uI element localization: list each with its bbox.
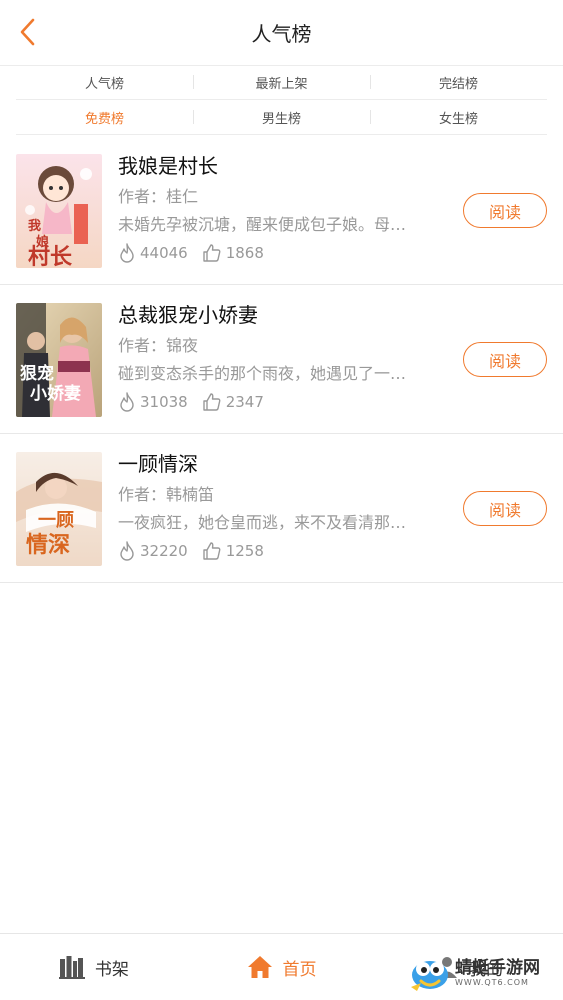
hot-stat: 32220 <box>118 540 188 562</box>
flame-icon <box>120 541 134 561</box>
dragonfly-logo-icon <box>411 961 448 991</box>
thumbs-up-icon <box>203 244 221 262</box>
filter-newest[interactable]: 最新上架 <box>193 73 370 92</box>
filter-row-2: 免费榜 男生榜 女生榜 <box>16 101 547 135</box>
flame-icon <box>120 243 134 263</box>
book-stats: 32220 1258 <box>118 540 438 562</box>
read-button[interactable]: 阅读 <box>463 193 547 228</box>
hot-stat: 31038 <box>118 391 188 413</box>
book-cover[interactable]: 我 娘 村长 <box>16 154 102 268</box>
list-item[interactable]: 狠宠 小娇妻 总裁狠宠小娇妻 作者：锦夜 碰到变态杀手的那个雨夜，她遇见了一… … <box>0 285 563 434</box>
book-info: 总裁狠宠小娇妻 作者：锦夜 碰到变态杀手的那个雨夜，她遇见了一… 31038 2… <box>118 301 438 413</box>
svg-text:一顾: 一顾 <box>38 510 74 530</box>
svg-text:我: 我 <box>28 218 41 233</box>
book-stats: 44046 1868 <box>118 242 438 264</box>
read-button[interactable]: 阅读 <box>463 491 547 526</box>
book-title[interactable]: 一顾情深 <box>118 450 438 478</box>
read-button[interactable]: 阅读 <box>463 342 547 377</box>
book-list: 我 娘 村长 我娘是村长 作者：桂仁 未婚先孕被沉塘，醒来便成包子娘。母… 44… <box>0 136 563 583</box>
bookshelf-icon <box>58 956 85 979</box>
like-stat: 2347 <box>202 391 264 413</box>
site-watermark: 蜻蜓手游网 WWW.QT6.COM <box>409 950 559 996</box>
filter-male[interactable]: 男生榜 <box>193 108 370 127</box>
book-info: 我娘是村长 作者：桂仁 未婚先孕被沉塘，醒来便成包子娘。母… 44046 186… <box>118 152 438 264</box>
book-title[interactable]: 总裁狠宠小娇妻 <box>118 301 438 329</box>
watermark-text: 蜻蜓手游网 WWW.QT6.COM <box>455 958 540 988</box>
svg-text:村长: 村长 <box>28 244 73 268</box>
like-stat: 1868 <box>202 242 264 264</box>
svg-text:小娇妻: 小娇妻 <box>30 384 81 403</box>
svg-text:狠宠: 狠宠 <box>20 363 54 383</box>
tab-home[interactable]: 首页 <box>188 934 376 1000</box>
book-stats: 31038 2347 <box>118 391 438 413</box>
list-item[interactable]: 一顾 情深 一顾情深 作者：韩楠笛 一夜疯狂，她仓皇而逃，来不及看清那… 322… <box>0 434 563 583</box>
filter-row-1: 人气榜 最新上架 完结榜 <box>16 66 547 100</box>
list-item[interactable]: 我 娘 村长 我娘是村长 作者：桂仁 未婚先孕被沉塘，醒来便成包子娘。母… 44… <box>0 136 563 285</box>
thumbs-up-icon <box>203 393 221 411</box>
filter-popular[interactable]: 人气榜 <box>16 73 193 92</box>
flame-icon <box>120 392 134 412</box>
book-author: 作者：桂仁 <box>118 187 199 206</box>
book-info: 一顾情深 作者：韩楠笛 一夜疯狂，她仓皇而逃，来不及看清那… 32220 125… <box>118 450 438 562</box>
like-stat: 1258 <box>202 540 264 562</box>
book-author: 作者：锦夜 <box>118 336 199 355</box>
like-count: 2347 <box>225 393 264 411</box>
filter-female[interactable]: 女生榜 <box>370 108 547 127</box>
svg-text:情深: 情深 <box>26 532 70 557</box>
book-description: 未婚先孕被沉塘，醒来便成包子娘。母… <box>118 215 407 234</box>
book-description: 碰到变态杀手的那个雨夜，她遇见了一… <box>118 364 407 383</box>
hot-stat: 44046 <box>118 242 188 264</box>
book-cover[interactable]: 狠宠 小娇妻 <box>16 303 102 417</box>
page-title: 人气榜 <box>251 22 312 46</box>
watermark-main: 蜻蜓手游网 <box>455 958 540 978</box>
tab-bookshelf-label: 书架 <box>94 959 129 980</box>
tab-bookshelf[interactable]: 书架 <box>0 934 188 1000</box>
hot-count: 32220 <box>140 542 188 560</box>
filter-completed[interactable]: 完结榜 <box>370 73 547 92</box>
hot-count: 31038 <box>140 393 188 411</box>
tab-home-label: 首页 <box>282 959 317 980</box>
book-description: 一夜疯狂，她仓皇而逃，来不及看清那… <box>118 513 407 532</box>
book-title[interactable]: 我娘是村长 <box>118 152 438 180</box>
like-count: 1258 <box>225 542 264 560</box>
home-icon <box>247 956 272 978</box>
top-bar: 人气榜 <box>0 0 563 66</box>
hot-count: 44046 <box>140 244 188 262</box>
like-count: 1868 <box>225 244 264 262</box>
filter-free[interactable]: 免费榜 <box>16 108 193 127</box>
book-author: 作者：韩楠笛 <box>118 485 215 504</box>
watermark-url: WWW.QT6.COM <box>455 978 529 987</box>
book-cover[interactable]: 一顾 情深 <box>16 452 102 566</box>
thumbs-up-icon <box>203 542 221 560</box>
